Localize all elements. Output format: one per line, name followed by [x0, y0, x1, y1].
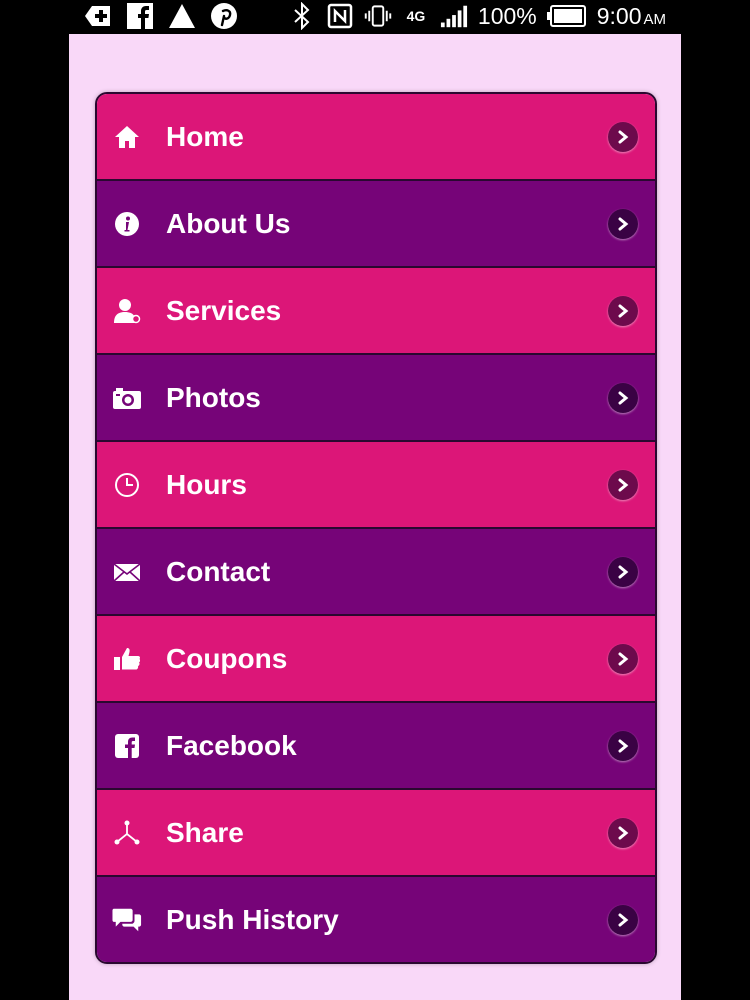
drive-triangle-icon	[168, 2, 196, 30]
main-menu: Home About Us Services Photos Hours Cont…	[95, 92, 657, 964]
menu-item-facebook[interactable]: Facebook	[97, 703, 655, 790]
menu-item-contact[interactable]: Contact	[97, 529, 655, 616]
chevron-right-icon	[608, 730, 638, 761]
chat-bubbles-icon	[112, 905, 142, 935]
menu-item-label: Photos	[166, 381, 261, 413]
network-4g-icon: 4G	[406, 8, 426, 24]
chevron-right-icon	[608, 817, 638, 848]
envelope-icon	[112, 557, 142, 587]
thumbs-up-icon	[112, 644, 142, 674]
notification-icons	[84, 0, 238, 32]
clock-icon	[112, 470, 142, 500]
menu-item-label: Services	[166, 294, 282, 326]
menu-item-about-us[interactable]: About Us	[97, 181, 655, 268]
menu-item-label: Home	[166, 120, 244, 152]
menu-item-photos[interactable]: Photos	[97, 355, 655, 442]
menu-item-services[interactable]: Services	[97, 268, 655, 355]
system-icons: 4G 100% 9:00 AM	[288, 0, 666, 32]
chevron-right-icon	[608, 643, 638, 674]
home-icon	[112, 122, 142, 152]
menu-item-label: Contact	[166, 555, 271, 587]
nfc-icon	[326, 2, 354, 30]
menu-item-home[interactable]: Home	[97, 94, 655, 181]
signal-strength-icon	[440, 2, 468, 30]
pinterest-icon	[210, 2, 238, 30]
person-icon	[112, 296, 142, 326]
menu-item-label: Facebook	[166, 729, 297, 761]
menu-item-label: Share	[166, 816, 244, 848]
chevron-right-icon	[608, 469, 638, 500]
info-icon	[112, 209, 142, 239]
menu-item-label: Hours	[166, 468, 247, 500]
medical-plus-icon	[84, 2, 112, 30]
menu-item-label: Push History	[166, 903, 339, 935]
chevron-right-icon	[608, 904, 638, 935]
chevron-right-icon	[608, 382, 638, 413]
app-screen: Home About Us Services Photos Hours Cont…	[69, 34, 681, 1000]
bluetooth-icon	[288, 2, 316, 30]
chevron-right-icon	[608, 208, 638, 239]
chevron-right-icon	[608, 556, 638, 587]
battery-icon	[546, 2, 587, 30]
menu-item-label: Coupons	[166, 642, 288, 674]
chevron-right-icon	[608, 295, 638, 326]
battery-percent: 100%	[477, 2, 537, 29]
menu-item-push-history[interactable]: Push History	[97, 877, 655, 962]
facebook-notification-icon	[126, 2, 154, 30]
clock: 9:00 AM	[596, 2, 666, 29]
menu-item-hours[interactable]: Hours	[97, 442, 655, 529]
menu-item-share[interactable]: Share	[97, 790, 655, 877]
vibrate-icon	[364, 2, 392, 30]
status-bar: 4G 100% 9:00 AM	[0, 0, 750, 34]
share-icon	[112, 818, 142, 848]
camera-icon	[112, 383, 142, 413]
menu-item-coupons[interactable]: Coupons	[97, 616, 655, 703]
chevron-right-icon	[608, 121, 638, 152]
device-frame: 4G 100% 9:00 AM Home About Us Services P…	[0, 0, 750, 1000]
menu-item-label: About Us	[166, 207, 291, 239]
facebook-icon	[112, 731, 142, 761]
